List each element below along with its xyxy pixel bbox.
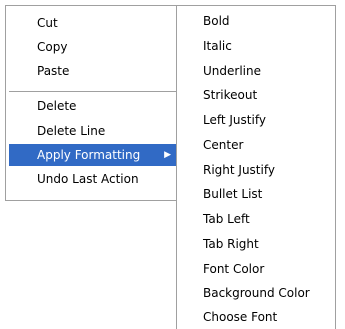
- submenu-item-strikeout[interactable]: Strikeout: [177, 84, 335, 106]
- menu-item-delete-line[interactable]: Delete Line: [9, 120, 179, 142]
- menu-separator: [9, 91, 179, 92]
- submenu-item-bold[interactable]: Bold: [177, 10, 335, 32]
- submenu-item-right-justify[interactable]: Right Justify: [177, 159, 335, 181]
- context-menu: Cut Copy Paste Delete Delete Line Apply …: [5, 5, 183, 201]
- submenu-item-left-justify[interactable]: Left Justify: [177, 109, 335, 131]
- submenu-item-underline[interactable]: Underline: [177, 60, 335, 82]
- formatting-submenu: Bold Italic Underline Strikeout Left Jus…: [176, 5, 336, 329]
- menu-item-copy[interactable]: Copy: [9, 36, 179, 58]
- menu-item-apply-formatting[interactable]: Apply Formatting ▶: [9, 144, 179, 166]
- submenu-item-choose-font[interactable]: Choose Font: [177, 306, 335, 328]
- submenu-item-bullet-list[interactable]: Bullet List: [177, 183, 335, 205]
- submenu-item-background-color[interactable]: Background Color: [177, 282, 335, 304]
- submenu-item-tab-left[interactable]: Tab Left: [177, 208, 335, 230]
- submenu-item-tab-right[interactable]: Tab Right: [177, 233, 335, 255]
- menu-item-delete[interactable]: Delete: [9, 95, 179, 117]
- submenu-item-center[interactable]: Center: [177, 134, 335, 156]
- menu-item-cut[interactable]: Cut: [9, 12, 179, 34]
- submenu-item-font-color[interactable]: Font Color: [177, 258, 335, 280]
- menu-item-undo-last-action[interactable]: Undo Last Action: [9, 168, 179, 190]
- submenu-item-italic[interactable]: Italic: [177, 35, 335, 57]
- triangle-right-icon: ▶: [164, 150, 171, 160]
- menu-item-paste[interactable]: Paste: [9, 60, 179, 82]
- menu-item-apply-formatting-label: Apply Formatting: [37, 148, 141, 162]
